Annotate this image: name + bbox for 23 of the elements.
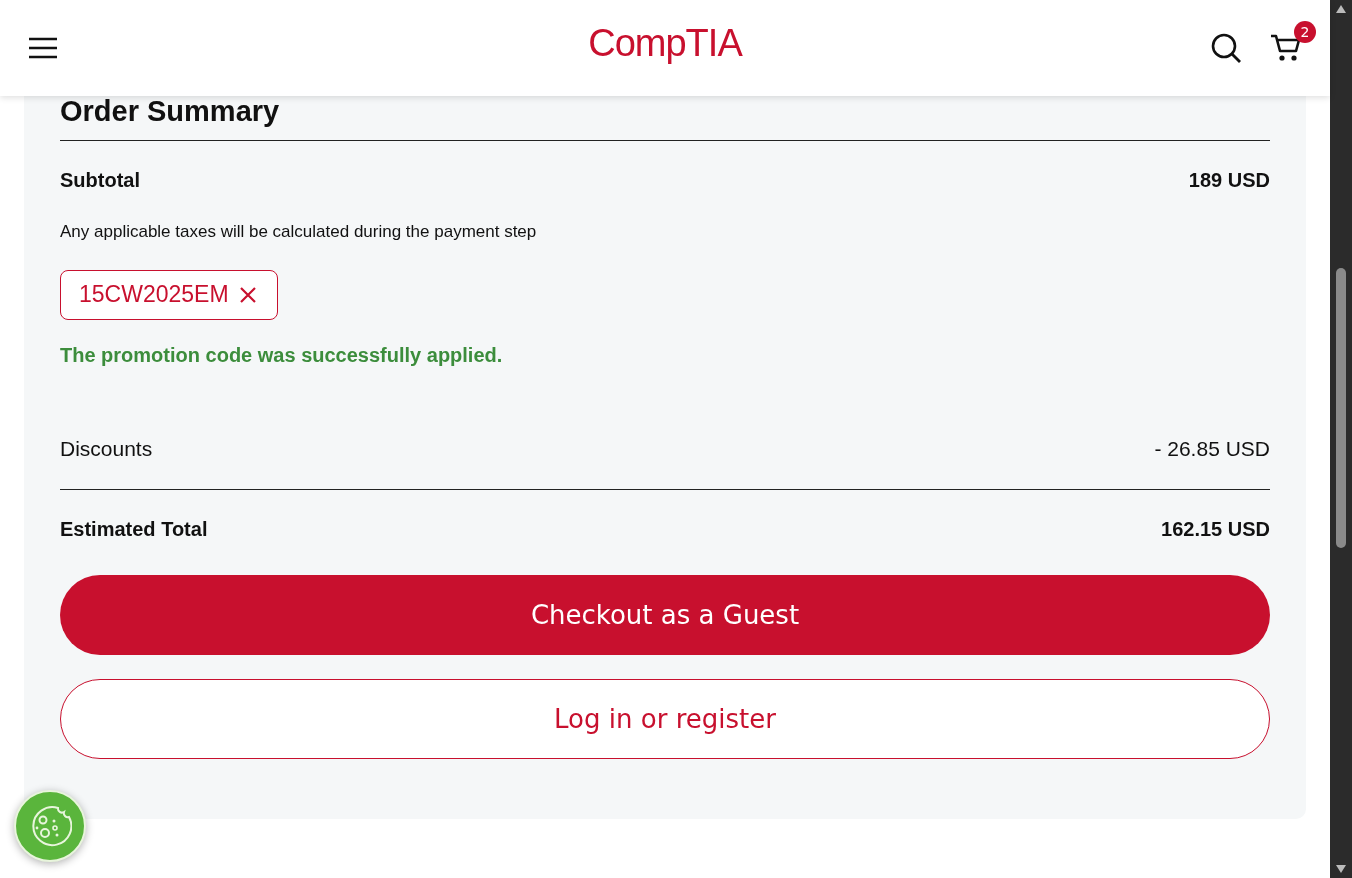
scrollbar[interactable] xyxy=(1330,0,1352,878)
estimated-total-label: Estimated Total xyxy=(60,517,208,541)
tax-note: Any applicable taxes will be calculated during the payment step xyxy=(60,221,538,242)
discounts-value: - 26.85 USD xyxy=(1154,436,1270,461)
subtotal-value: 189 USD xyxy=(1188,168,1270,192)
scroll-thumb[interactable] xyxy=(1336,268,1346,548)
search-icon[interactable] xyxy=(1210,32,1242,64)
cart-icon[interactable] xyxy=(1270,33,1302,63)
scroll-up-icon[interactable] xyxy=(1335,4,1347,14)
login-register-button[interactable]: Log in or register xyxy=(60,678,1270,759)
logo[interactable]: CompTIA xyxy=(588,22,742,65)
promo-success-message: The promotion code was successfully applied. xyxy=(60,343,504,367)
order-summary-heading: Order Summary xyxy=(60,96,1270,141)
scroll-down-icon[interactable] xyxy=(1335,864,1347,874)
promo-code: 15CW2025EM xyxy=(79,281,229,309)
subtotal-label: Subtotal xyxy=(60,168,140,192)
cart-count-badge: 2 xyxy=(1294,21,1316,43)
cookie-settings-button[interactable] xyxy=(14,790,86,862)
checkout-guest-button[interactable]: Checkout as a Guest xyxy=(60,574,1270,655)
menu-icon[interactable] xyxy=(28,37,58,59)
remove-icon[interactable] xyxy=(238,285,257,304)
discounts-label: Discounts xyxy=(60,436,153,461)
estimated-total-value: 162.15 USD xyxy=(1161,517,1270,541)
